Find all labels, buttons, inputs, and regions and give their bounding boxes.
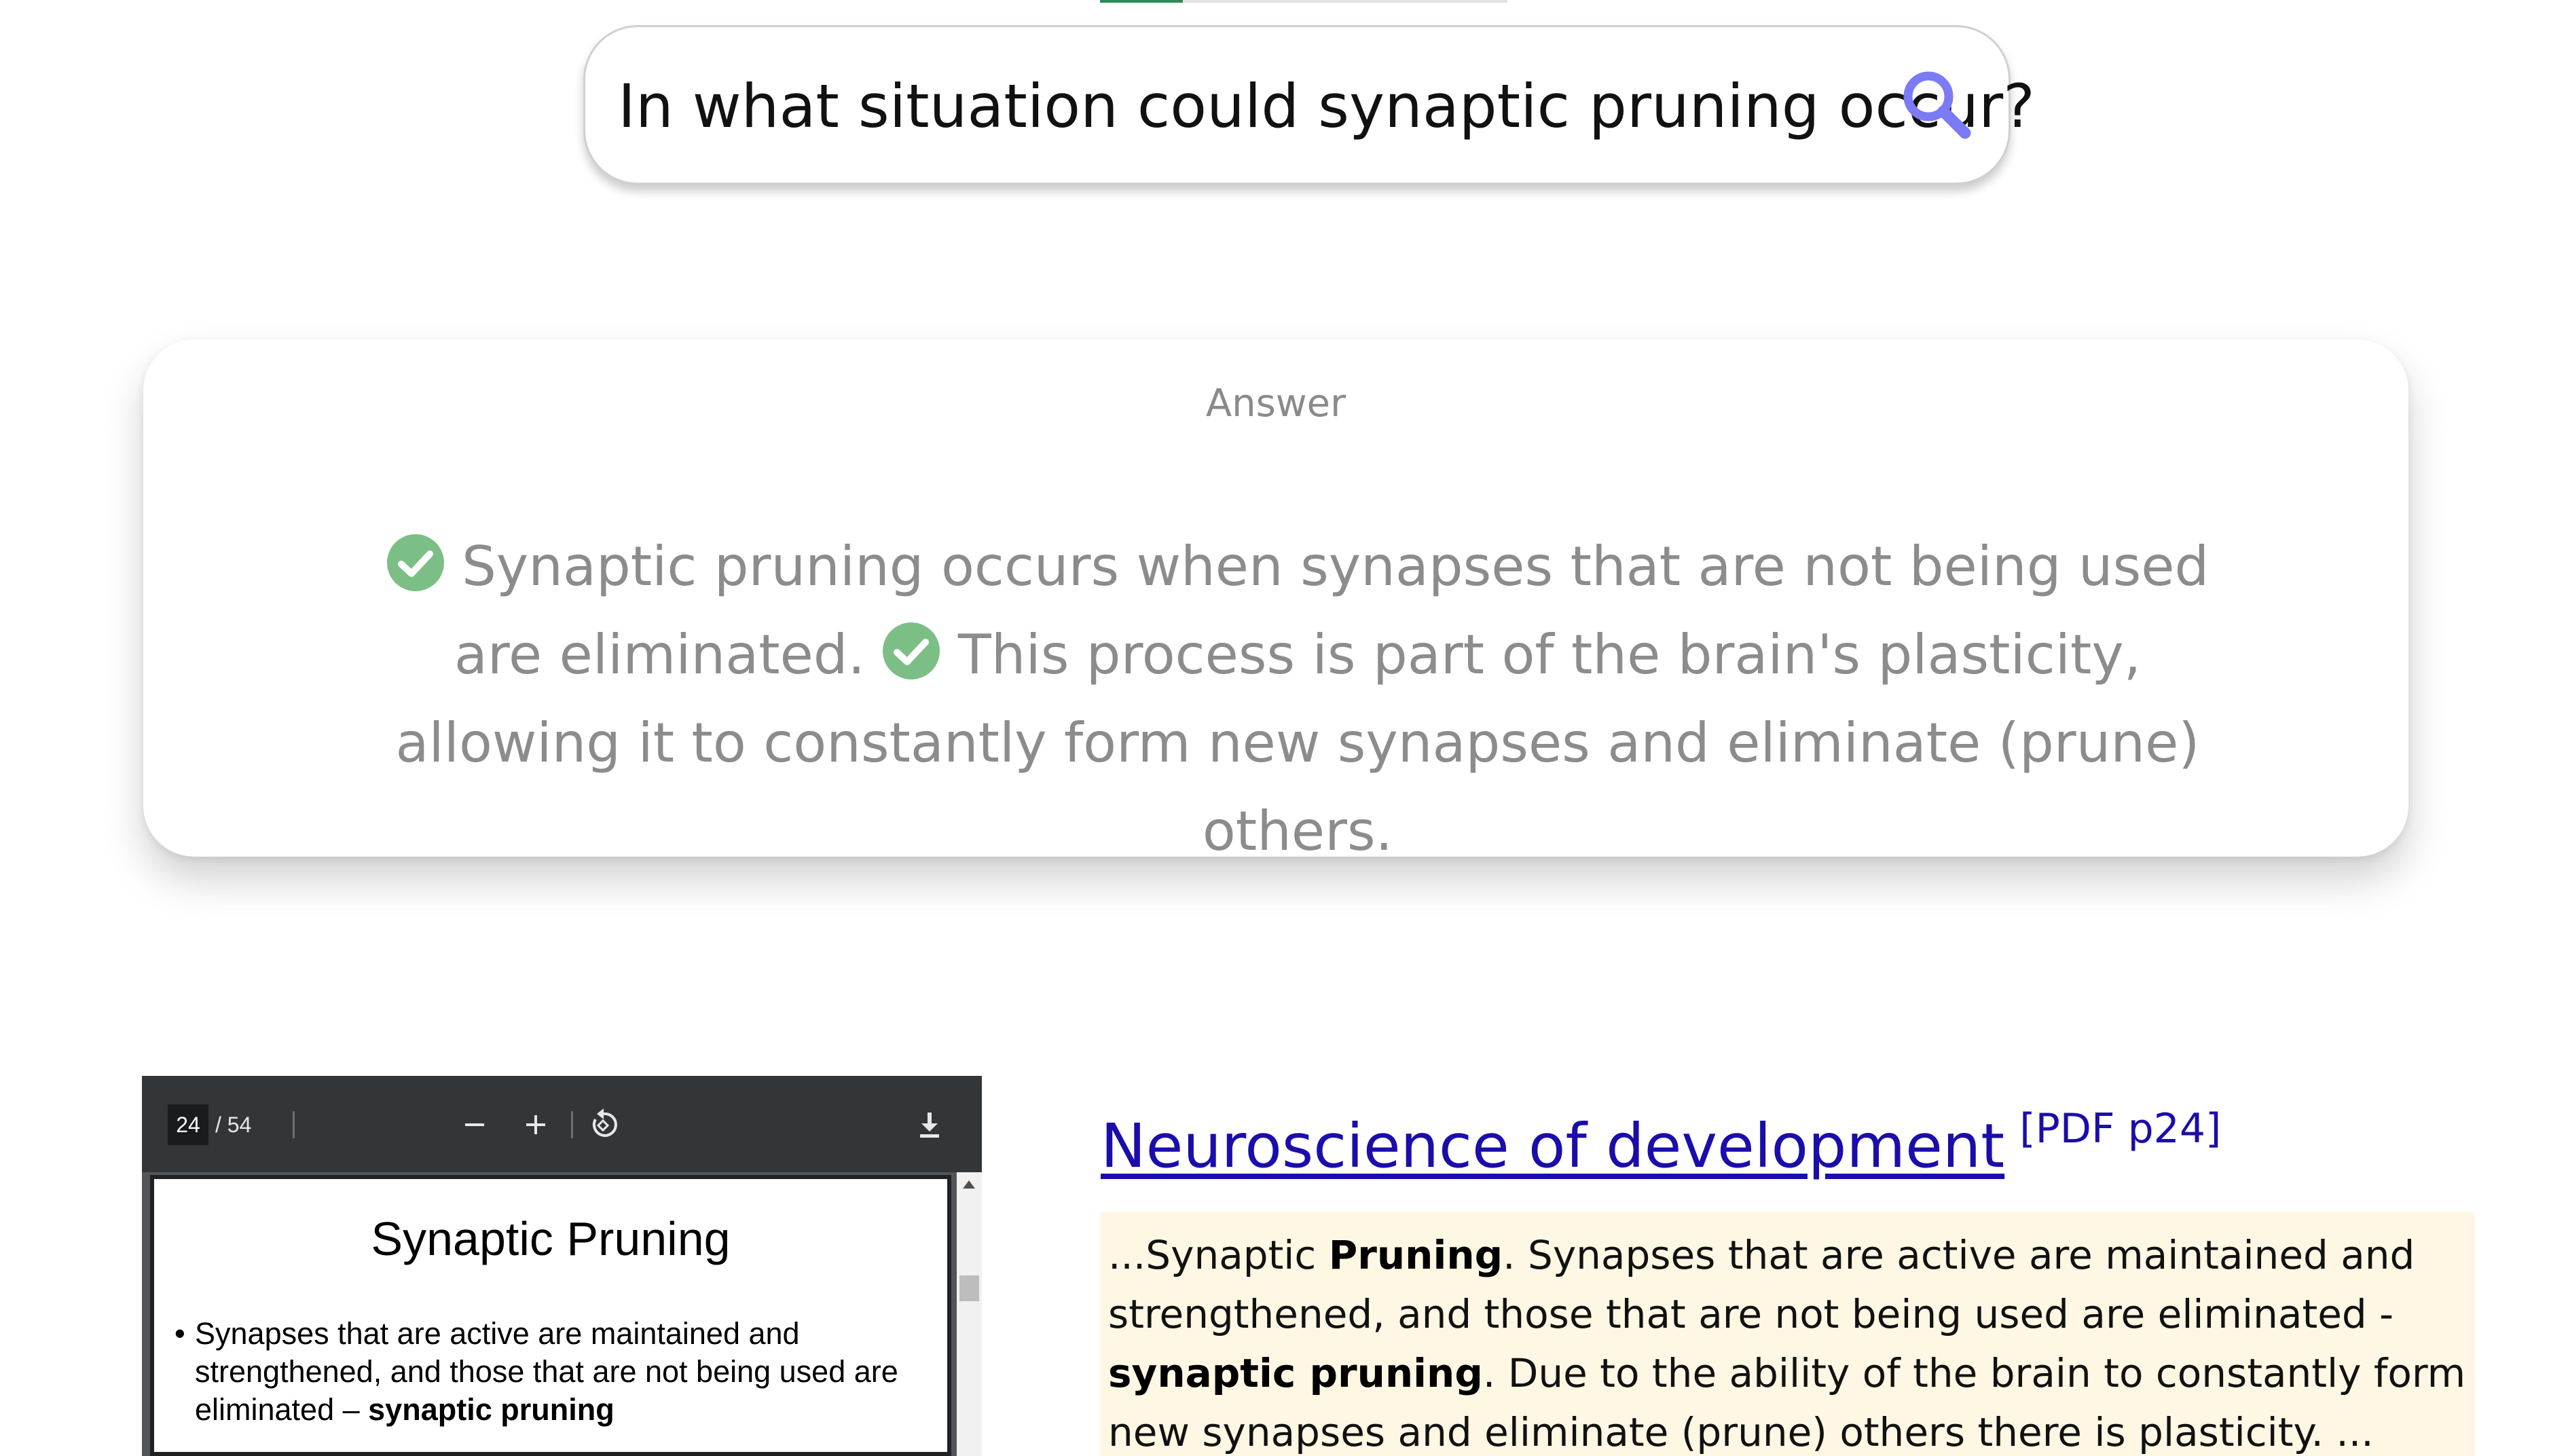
answer-heading: Answer — [1205, 381, 1346, 426]
search-input[interactable]: In what situation could synaptic pruning… — [618, 69, 2035, 144]
zoom-in-icon[interactable] — [513, 1102, 559, 1148]
page-total: / 54 — [215, 1113, 252, 1137]
check-circle-icon — [883, 622, 940, 679]
print-icon[interactable] — [974, 1102, 982, 1148]
snippet-text: ...Synaptic — [1108, 1232, 1329, 1278]
answer-text: Synaptic pruning occurs when synapses th… — [361, 523, 2235, 876]
search-results-page: In what situation could synaptic pruning… — [0, 0, 2549, 1456]
bullet-bold-text: synaptic pruning — [368, 1392, 615, 1427]
snippet-highlight: Pruning — [1328, 1232, 1503, 1278]
result-snippet: ...Synaptic Pruning. Synapses that are a… — [1100, 1212, 2474, 1456]
pdf-scrollbar[interactable] — [957, 1172, 982, 1456]
snippet-highlight: synaptic pruning — [1108, 1350, 1483, 1396]
slide-title: Synaptic Pruning — [371, 1212, 731, 1265]
active-tab-indicator — [1100, 0, 1183, 3]
pdf-page: Synaptic Pruning • Synapses that are act… — [150, 1175, 951, 1456]
pdf-viewer: 24 / 54 Synaptic Pruning • Synapses that… — [142, 1076, 982, 1456]
toolbar-divider — [293, 1111, 295, 1138]
check-circle-icon — [386, 534, 444, 591]
download-icon[interactable] — [906, 1102, 953, 1148]
slide-bullet: • Synapses that are active are maintaine… — [175, 1315, 928, 1429]
result-source-tag: [PDF p24] — [2019, 1105, 2222, 1153]
search-box[interactable]: In what situation could synaptic pruning… — [583, 25, 2035, 185]
bullet-dot: • — [175, 1316, 185, 1351]
result-title-link[interactable]: Neuroscience of development — [1101, 1110, 2004, 1181]
pdf-toolbar: 24 / 54 — [142, 1076, 982, 1172]
page-number-input[interactable]: 24 — [168, 1104, 208, 1145]
answer-card: Answer Synaptic pruning occurs when syna… — [143, 339, 2408, 863]
tab-indicator — [1100, 0, 1507, 3]
scrollbar-thumb[interactable] — [959, 1275, 979, 1301]
rotate-icon[interactable] — [581, 1102, 627, 1148]
search-icon[interactable] — [1899, 67, 1973, 141]
zoom-out-icon[interactable] — [452, 1102, 498, 1148]
scroll-up-arrow-icon[interactable] — [963, 1180, 975, 1189]
result-heading: Neuroscience of development [PDF p24] — [1101, 1105, 2527, 1187]
toolbar-divider — [571, 1111, 573, 1138]
